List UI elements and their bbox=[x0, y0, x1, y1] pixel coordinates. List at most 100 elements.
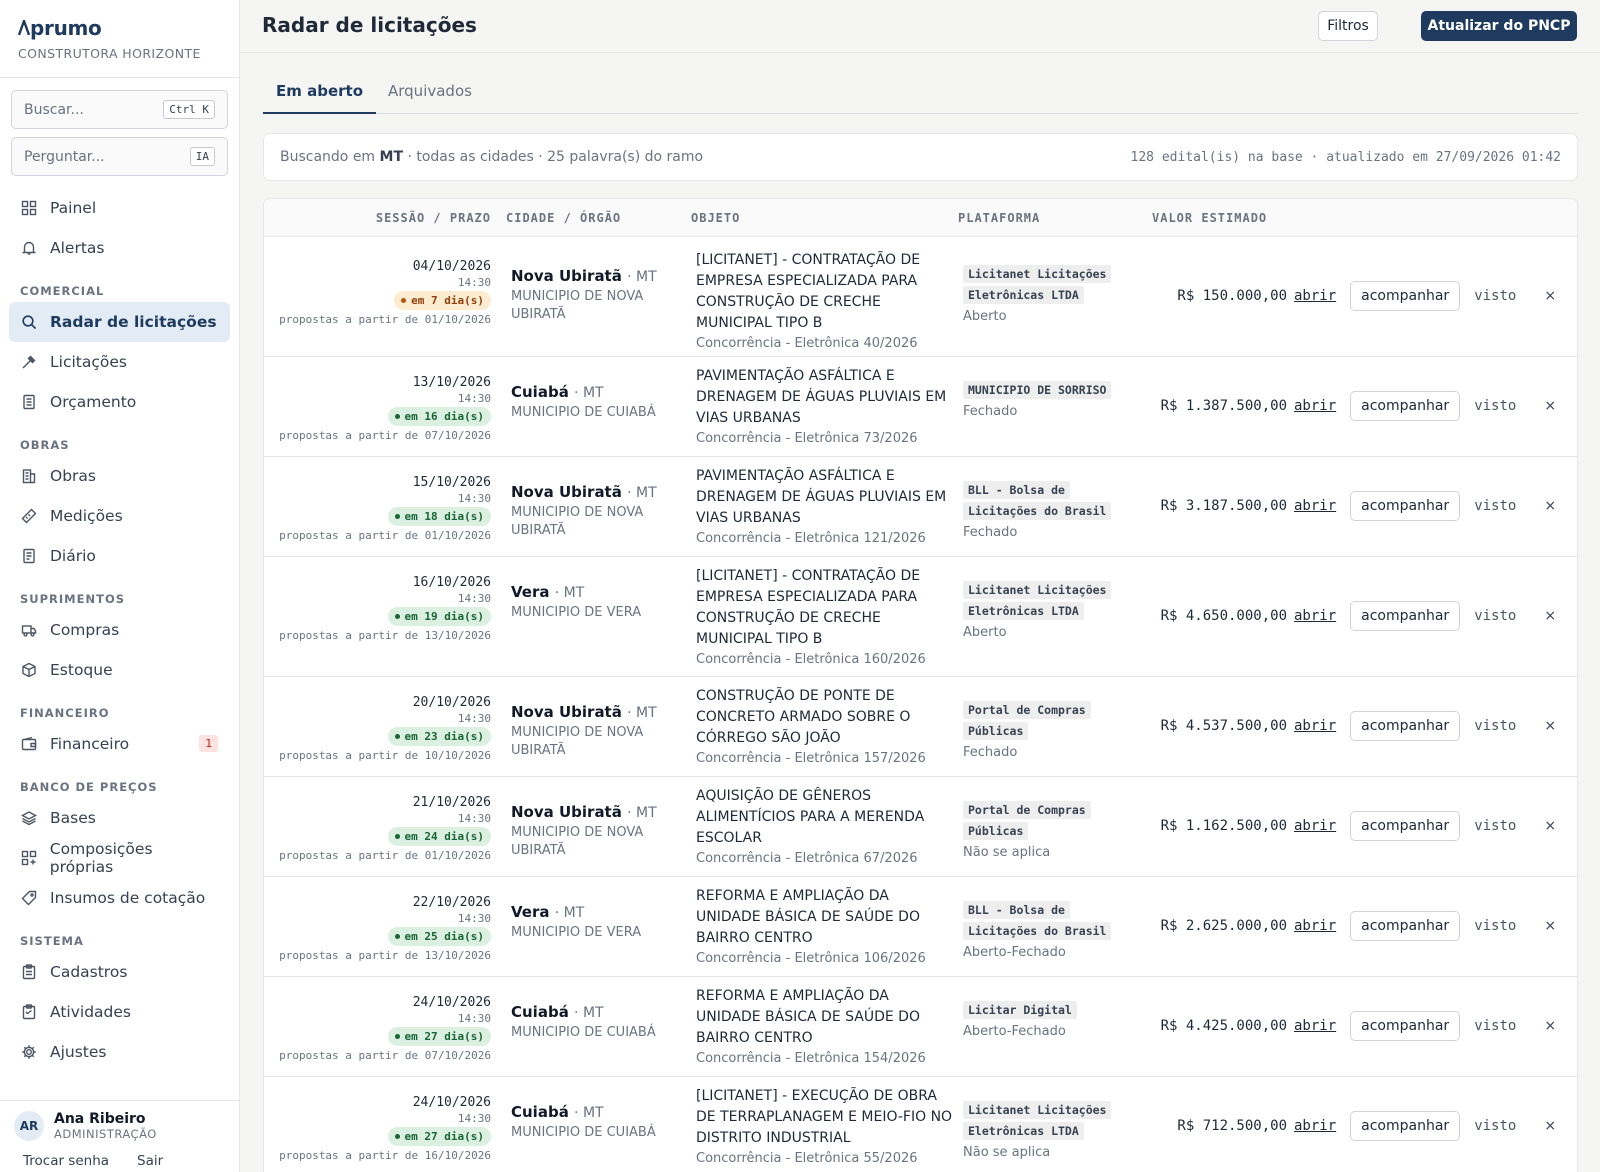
follow-button[interactable]: acompanhar bbox=[1350, 811, 1461, 841]
seen-button[interactable]: visto bbox=[1474, 608, 1516, 624]
sidebar-item-insumos[interactable]: Insumos de cotação bbox=[9, 878, 230, 918]
seen-button[interactable]: visto bbox=[1474, 918, 1516, 934]
estimated-value: R$ 4.425.000,00 bbox=[1160, 1018, 1287, 1034]
logo[interactable]: prumo bbox=[17, 16, 221, 40]
sidebar-item-radar[interactable]: Radar de licitações bbox=[9, 302, 230, 342]
tab-arquivados[interactable]: Arquivados bbox=[388, 82, 472, 112]
sidebar-ask-input[interactable]: Perguntar... IA bbox=[11, 137, 228, 176]
city-uf: · MT bbox=[627, 705, 657, 721]
platform-cell: Licitanet Licitações Eletrônicas LTDA Ab… bbox=[963, 264, 1133, 324]
follow-button[interactable]: acompanhar bbox=[1350, 281, 1461, 311]
filters-button[interactable]: Filtros bbox=[1318, 11, 1378, 41]
sidebar-item-ajustes[interactable]: Ajustes bbox=[9, 1032, 230, 1072]
sidebar-item-licitacoes[interactable]: Licitações bbox=[9, 342, 230, 382]
sidebar-item-painel[interactable]: Painel bbox=[9, 188, 230, 228]
dismiss-icon[interactable]: × bbox=[1544, 1018, 1556, 1034]
city-uf: · MT bbox=[574, 1005, 604, 1021]
session-cell: 20/10/2026 14:30 em 23 dia(s) propostas … bbox=[264, 695, 491, 762]
sidebar-item-obras[interactable]: Obras bbox=[9, 456, 230, 496]
search-scope: Buscando em MT · todas as cidades · 25 p… bbox=[280, 149, 703, 165]
table-row: 24/10/2026 14:30 em 27 dia(s) propostas … bbox=[264, 977, 1577, 1077]
platform-status: Fechado bbox=[963, 404, 1018, 419]
city-cell: Nova Ubiratã · MT MUNICIPIO DE NOVA UBIR… bbox=[511, 803, 686, 860]
open-link[interactable]: abrir bbox=[1294, 608, 1336, 624]
object-cell: [LICITANET] - EXECUÇÃO DE OBRA DE TERRAP… bbox=[696, 1086, 956, 1166]
platform-status: Aberto-Fechado bbox=[963, 1024, 1066, 1039]
user-name: Ana Ribeiro bbox=[54, 1111, 146, 1127]
open-link[interactable]: abrir bbox=[1294, 718, 1336, 734]
agency-name: MUNICIPIO DE NOVA UBIRATÃ bbox=[511, 505, 644, 539]
update-pncp-button[interactable]: Atualizar do PNCP bbox=[1421, 11, 1577, 41]
session-time: 14:30 bbox=[457, 912, 491, 925]
seen-button[interactable]: visto bbox=[1474, 498, 1516, 514]
platform-status: Não se aplica bbox=[963, 1145, 1051, 1160]
dismiss-icon[interactable]: × bbox=[1544, 1118, 1556, 1134]
sidebar-search-input[interactable]: Buscar... Ctrl K bbox=[11, 90, 228, 129]
dismiss-icon[interactable]: × bbox=[1544, 288, 1556, 304]
platform-cell: Portal de Compras Públicas Não se aplica bbox=[963, 800, 1133, 860]
city-name: Cuiabá bbox=[511, 383, 569, 401]
proposals-date: propostas a partir de 01/10/2026 bbox=[279, 529, 491, 542]
city-name: Nova Ubiratã bbox=[511, 703, 622, 721]
sidebar-item-composicoes[interactable]: Composições próprias bbox=[9, 838, 230, 878]
follow-button[interactable]: acompanhar bbox=[1350, 391, 1461, 421]
seen-button[interactable]: visto bbox=[1474, 718, 1516, 734]
dismiss-icon[interactable]: × bbox=[1544, 608, 1556, 624]
avatar[interactable]: AR bbox=[14, 1111, 44, 1141]
tab-em-aberto[interactable]: Em aberto bbox=[263, 82, 377, 114]
sidebar-item-compras[interactable]: Compras bbox=[9, 610, 230, 650]
platform-name: Licitanet Licitações Eletrônicas LTDA bbox=[963, 1101, 1112, 1140]
grid-icon bbox=[20, 199, 38, 217]
dismiss-icon[interactable]: × bbox=[1544, 818, 1556, 834]
sidebar-item-medicoes[interactable]: Medições bbox=[9, 496, 230, 536]
seen-button[interactable]: visto bbox=[1474, 398, 1516, 414]
sidebar: prumo CONSTRUTORA HORIZONTE Buscar... Ct… bbox=[0, 0, 240, 1172]
change-password-link[interactable]: Trocar senha bbox=[23, 1153, 109, 1169]
seen-button[interactable]: visto bbox=[1474, 288, 1516, 304]
session-time: 14:30 bbox=[457, 592, 491, 605]
sidebar-item-alertas[interactable]: Alertas bbox=[9, 228, 230, 268]
follow-button[interactable]: acompanhar bbox=[1350, 601, 1461, 631]
open-link[interactable]: abrir bbox=[1294, 498, 1336, 514]
seen-button[interactable]: visto bbox=[1474, 818, 1516, 834]
open-link[interactable]: abrir bbox=[1294, 398, 1336, 414]
open-link[interactable]: abrir bbox=[1294, 918, 1336, 934]
session-time: 14:30 bbox=[457, 276, 491, 289]
dismiss-icon[interactable]: × bbox=[1544, 398, 1556, 414]
estimated-value: R$ 712.500,00 bbox=[1177, 1118, 1287, 1134]
follow-button[interactable]: acompanhar bbox=[1350, 1011, 1461, 1041]
open-link[interactable]: abrir bbox=[1294, 818, 1336, 834]
sidebar-item-estoque[interactable]: Estoque bbox=[9, 650, 230, 690]
deadline-badge: em 23 dia(s) bbox=[387, 727, 491, 746]
session-time: 14:30 bbox=[457, 712, 491, 725]
platform-name: BLL - Bolsa de Licitações do Brasil bbox=[963, 481, 1112, 520]
topbar: Radar de licitações Filtros Atualizar do… bbox=[240, 0, 1600, 53]
status-dot-icon bbox=[394, 1133, 400, 1139]
open-link[interactable]: abrir bbox=[1294, 1118, 1336, 1134]
follow-button[interactable]: acompanhar bbox=[1350, 491, 1461, 521]
follow-button[interactable]: acompanhar bbox=[1350, 711, 1461, 741]
open-link[interactable]: abrir bbox=[1294, 288, 1336, 304]
open-link[interactable]: abrir bbox=[1294, 1018, 1336, 1034]
city-name: Nova Ubiratã bbox=[511, 267, 622, 285]
follow-button[interactable]: acompanhar bbox=[1350, 1111, 1461, 1141]
session-cell: 15/10/2026 14:30 em 18 dia(s) propostas … bbox=[264, 475, 491, 542]
seen-button[interactable]: visto bbox=[1474, 1018, 1516, 1034]
sidebar-item-financeiro[interactable]: Financeiro 1 bbox=[9, 724, 230, 764]
sidebar-item-atividades[interactable]: Atividades bbox=[9, 992, 230, 1032]
sidebar-item-diario[interactable]: Diário bbox=[9, 536, 230, 576]
logout-link[interactable]: Sair bbox=[137, 1153, 163, 1169]
dismiss-icon[interactable]: × bbox=[1544, 498, 1556, 514]
sidebar-item-bases[interactable]: Bases bbox=[9, 798, 230, 838]
dismiss-icon[interactable]: × bbox=[1544, 718, 1556, 734]
row-actions: abrir acompanhar visto × bbox=[1294, 1111, 1564, 1141]
status-dot-icon bbox=[394, 933, 400, 939]
seen-button[interactable]: visto bbox=[1474, 1118, 1516, 1134]
platform-name: Licitanet Licitações Eletrônicas LTDA bbox=[963, 581, 1112, 620]
header-platform: PLATAFORMA bbox=[958, 211, 1041, 225]
sidebar-item-cadastros[interactable]: Cadastros bbox=[9, 952, 230, 992]
dismiss-icon[interactable]: × bbox=[1544, 918, 1556, 934]
follow-button[interactable]: acompanhar bbox=[1350, 911, 1461, 941]
agency-name: MUNICIPIO DE CUIABÁ bbox=[511, 1025, 656, 1040]
sidebar-item-orcamento[interactable]: Orçamento bbox=[9, 382, 230, 422]
